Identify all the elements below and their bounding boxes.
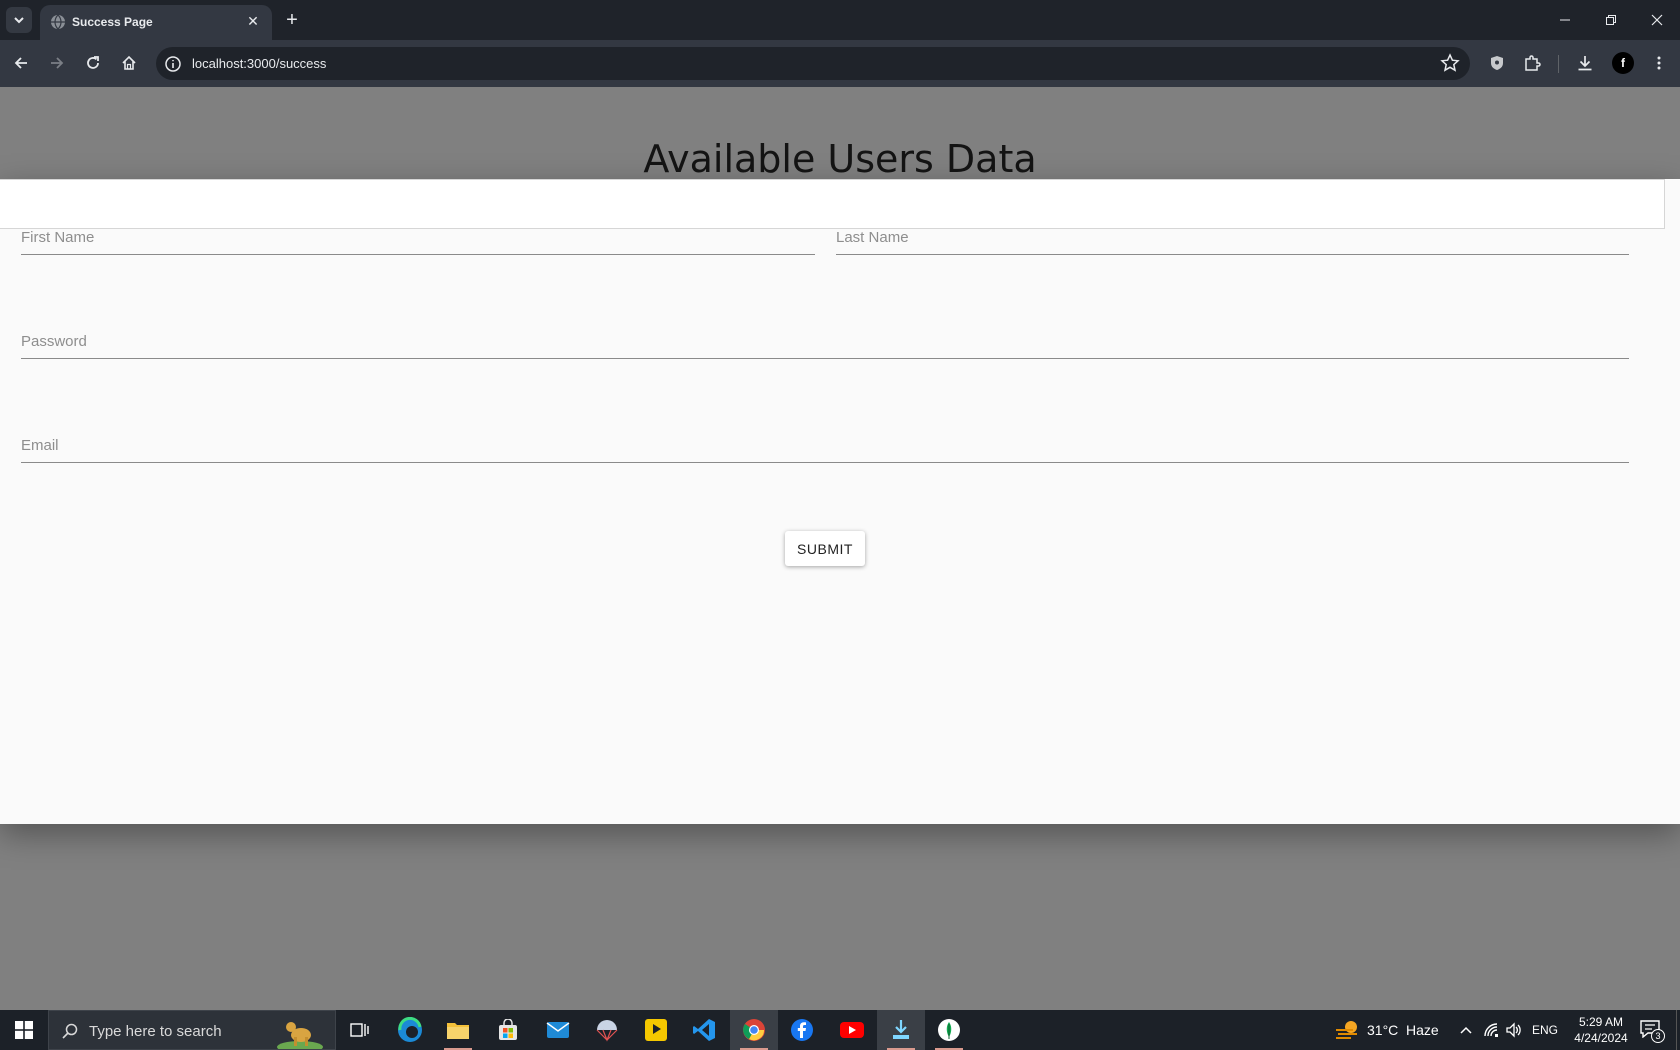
taskbar-chrome[interactable] <box>730 1010 778 1050</box>
system-clock[interactable]: 5:29 AM 4/24/2024 <box>1566 1014 1636 1046</box>
email-field[interactable]: Email <box>21 429 1629 463</box>
task-view-icon <box>350 1023 369 1037</box>
network-icon[interactable] <box>1483 1022 1501 1038</box>
weather-description[interactable]: Haze <box>1406 1022 1439 1038</box>
taskbar-vscode[interactable] <box>680 1010 728 1050</box>
browser-tab[interactable]: Success Page ✕ <box>40 5 272 40</box>
tab-search-button[interactable] <box>6 7 32 33</box>
leaf-icon <box>938 1019 960 1041</box>
kebab-menu-icon <box>1657 56 1661 70</box>
close-icon[interactable]: ✕ <box>244 12 262 30</box>
player-icon <box>645 1019 667 1041</box>
restore-button[interactable] <box>1588 0 1634 40</box>
arrow-left-icon <box>14 57 27 69</box>
facebook-icon <box>791 1019 813 1041</box>
browser-tab-bar: Success Page ✕ + <box>0 0 1680 40</box>
clock-date: 4/24/2024 <box>1574 1031 1628 1045</box>
url-text[interactable]: localhost:3000/success <box>192 56 326 71</box>
store-icon <box>499 1019 517 1040</box>
extension-shield-button[interactable] <box>1484 50 1510 76</box>
puzzle-icon <box>1525 55 1541 71</box>
input-language[interactable]: ENG <box>1532 1023 1558 1037</box>
home-button[interactable] <box>116 50 142 76</box>
taskbar-youtube[interactable] <box>828 1010 876 1050</box>
menu-button[interactable] <box>1646 50 1672 76</box>
globe-icon <box>51 14 65 30</box>
taskbar-store[interactable] <box>484 1010 532 1050</box>
browser-toolbar: localhost:3000/success f <box>0 40 1680 87</box>
close-window-button[interactable] <box>1634 0 1680 40</box>
first-name-field[interactable]: First Name <box>21 221 815 255</box>
show-desktop-button[interactable] <box>1676 1010 1680 1050</box>
volume-icon[interactable] <box>1505 1022 1523 1038</box>
user-form-dialog: First Name Last Name Password Email SUBM… <box>0 179 1680 824</box>
taskbar-file-explorer[interactable] <box>434 1010 482 1050</box>
email-placeholder: Email <box>21 437 59 454</box>
tab-title: Success Page <box>72 15 153 29</box>
youtube-icon <box>840 1022 864 1038</box>
chevron-down-icon <box>14 17 24 24</box>
clock-time: 5:29 AM <box>1578 1015 1624 1029</box>
last-name-placeholder: Last Name <box>836 229 909 246</box>
chrome-icon <box>743 1019 765 1041</box>
download-icon <box>1578 56 1592 71</box>
submit-button[interactable]: SUBMIT <box>785 531 865 566</box>
page-title: Available Users Data <box>643 137 1037 181</box>
mail-icon <box>546 1022 570 1038</box>
taskbar-edge[interactable] <box>386 1010 434 1050</box>
vscode-icon <box>693 1019 715 1041</box>
forward-button[interactable] <box>44 50 70 76</box>
downloads-button[interactable] <box>1572 50 1598 76</box>
restore-icon <box>1606 15 1616 25</box>
taskbar-mail[interactable] <box>534 1010 582 1050</box>
last-name-field[interactable]: Last Name <box>836 221 1629 255</box>
weather-temperature[interactable]: 31°C <box>1367 1022 1398 1038</box>
taskbar-search-box[interactable]: Type here to search <box>48 1010 336 1050</box>
notification-count-badge: 3 <box>1651 1029 1665 1043</box>
extensions-button[interactable] <box>1519 50 1545 76</box>
back-button[interactable] <box>8 50 34 76</box>
first-name-placeholder: First Name <box>21 229 95 246</box>
search-placeholder: Type here to search <box>89 1023 222 1040</box>
reload-button[interactable] <box>80 50 106 76</box>
dog-illustration-icon <box>277 1022 323 1049</box>
star-icon[interactable] <box>1440 53 1460 73</box>
close-icon <box>1651 14 1663 26</box>
start-button[interactable] <box>0 1010 48 1050</box>
taskbar-mongodb-compass[interactable] <box>925 1010 973 1050</box>
arrow-right-icon <box>51 57 64 69</box>
taskbar-player[interactable] <box>632 1010 680 1050</box>
task-view-button[interactable] <box>336 1010 384 1050</box>
chevron-up-icon[interactable] <box>1459 1024 1473 1036</box>
address-bar[interactable]: localhost:3000/success <box>156 47 1470 80</box>
info-icon[interactable] <box>164 55 182 73</box>
taskbar-app-installer[interactable] <box>877 1010 925 1050</box>
notification-center-button[interactable]: 3 <box>1640 1018 1666 1043</box>
taskbar-facebook[interactable] <box>778 1010 826 1050</box>
home-icon <box>122 55 136 70</box>
shield-icon <box>1491 56 1503 70</box>
password-placeholder: Password <box>21 333 87 350</box>
password-field[interactable]: Password <box>21 325 1629 359</box>
toolbar-divider <box>1558 55 1559 73</box>
page-viewport: Available Users Data First Name Last Nam… <box>0 87 1680 1010</box>
weather-haze-icon[interactable] <box>1335 1019 1361 1041</box>
minimize-icon <box>1560 19 1570 21</box>
parachute-icon <box>596 1020 618 1042</box>
reload-icon <box>87 56 99 69</box>
taskbar-app-parachute[interactable] <box>583 1010 631 1050</box>
folder-icon <box>447 1023 469 1039</box>
installer-icon <box>893 1020 909 1039</box>
windows-logo-icon <box>15 1021 33 1039</box>
new-tab-button[interactable]: + <box>280 8 304 32</box>
windows-taskbar: Type here to search 31°C Haze ENG 5:29 A… <box>0 1010 1680 1050</box>
edge-icon <box>398 1017 422 1042</box>
profile-avatar[interactable]: f <box>1612 52 1634 74</box>
search-icon <box>62 1023 78 1039</box>
minimize-button[interactable] <box>1542 0 1588 40</box>
